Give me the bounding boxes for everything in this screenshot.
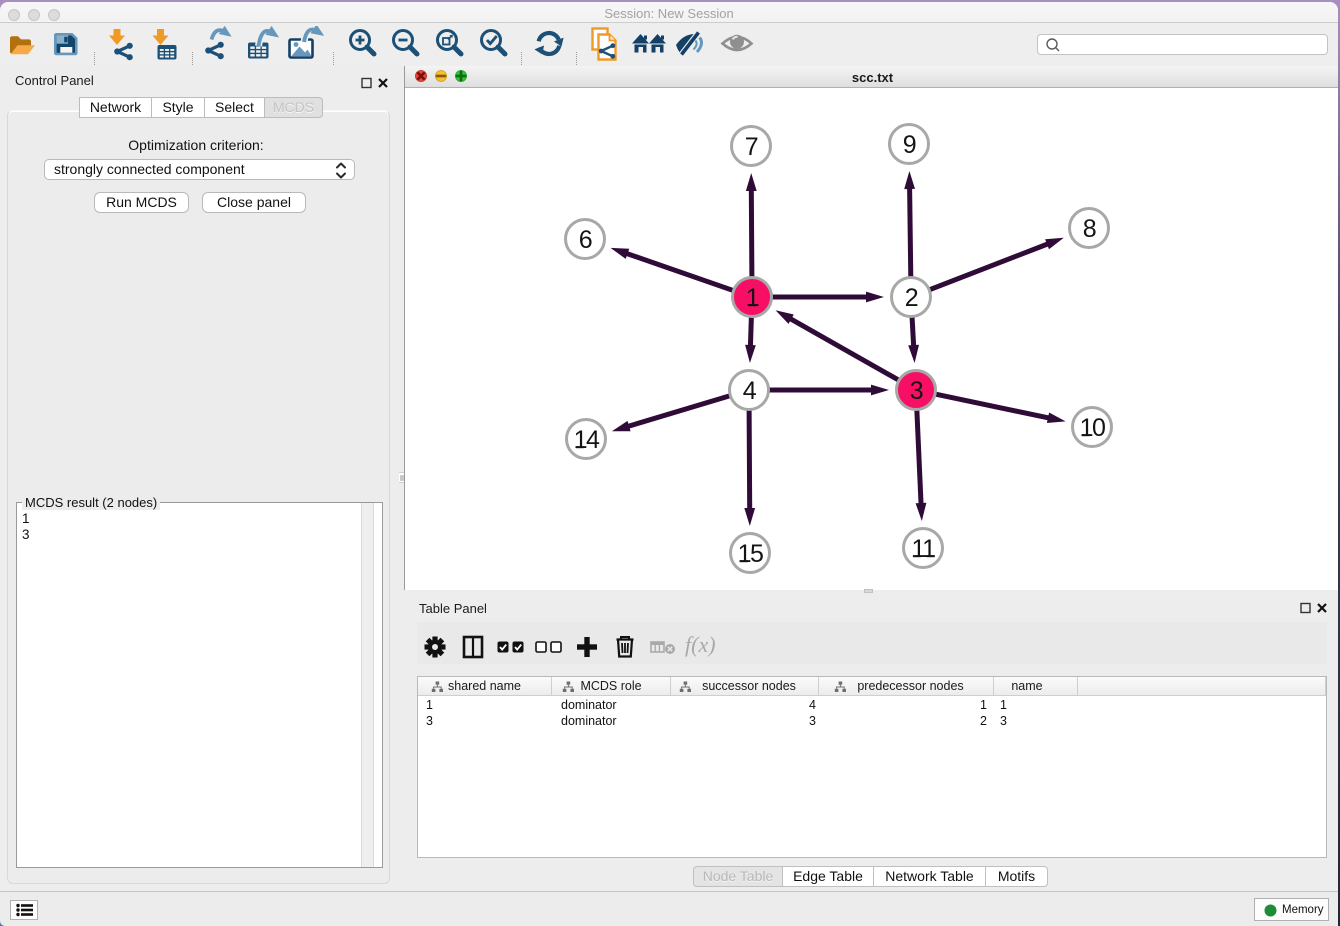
svg-text:6: 6 xyxy=(579,226,592,254)
svg-text:9: 9 xyxy=(903,131,916,159)
svg-text:14: 14 xyxy=(574,426,600,454)
svg-text:2: 2 xyxy=(905,284,918,312)
svg-text:10: 10 xyxy=(1080,414,1105,442)
svg-text:7: 7 xyxy=(745,133,758,161)
svg-text:11: 11 xyxy=(912,535,936,563)
svg-text:1: 1 xyxy=(746,284,759,312)
svg-text:4: 4 xyxy=(743,377,757,405)
svg-text:8: 8 xyxy=(1083,215,1096,243)
svg-text:15: 15 xyxy=(738,540,763,568)
svg-text:3: 3 xyxy=(910,377,923,405)
